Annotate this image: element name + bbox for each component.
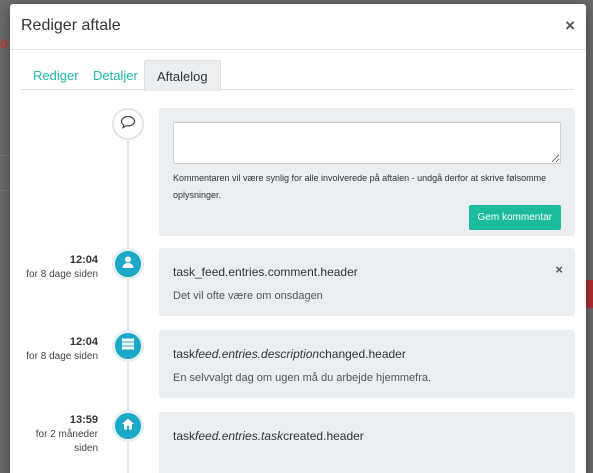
comment-input[interactable] [173, 122, 561, 164]
delete-entry-button[interactable]: × [555, 262, 563, 277]
comment-node [112, 108, 144, 140]
speech-bubble-icon [120, 115, 136, 134]
entry-node [112, 248, 144, 280]
background-red-tab [585, 280, 593, 308]
entry-relative-time: for 8 dage siden [26, 351, 98, 362]
tab-bar: Rediger Detaljer Aftalelog [21, 60, 574, 91]
background-logo: d [0, 36, 8, 51]
entry-body: Det vil ofte være om onsdagen [173, 290, 323, 302]
entry-time: 12:04 [69, 254, 98, 266]
timeline-entry: taskfeed.entries.descriptionchanged.head… [159, 330, 575, 398]
entry-time: 13:59 [69, 414, 98, 426]
entry-header: task_feed.entries.comment.header [173, 265, 358, 279]
entry-node [112, 410, 144, 442]
timeline-entry: taskfeed.entries.taskcreated.header [159, 412, 575, 473]
edit-appointment-modal: Rediger aftale × Rediger Detaljer Aftale… [10, 4, 586, 473]
home-icon [121, 417, 135, 436]
comment-help-text: Kommentaren vil være synlig for alle inv… [173, 173, 547, 200]
modal-title: Rediger aftale [21, 17, 121, 34]
entry-time: 12:04 [69, 336, 98, 348]
entry-header: taskfeed.entries.taskcreated.header [173, 429, 364, 443]
entry-relative-time: for 8 dage siden [26, 269, 98, 280]
save-comment-button[interactable]: Gem kommentar [468, 205, 561, 230]
modal-header: Rediger aftale × [10, 4, 586, 50]
timeline-entry: task_feed.entries.comment.header × Det v… [159, 248, 575, 316]
close-button[interactable]: × [565, 17, 575, 35]
tab-detaljer[interactable]: Detaljer [81, 60, 150, 90]
tab-aftalelog[interactable]: Aftalelog [144, 60, 221, 91]
background-divider [0, 155, 10, 156]
server-icon [121, 337, 135, 356]
entry-header: taskfeed.entries.descriptionchanged.head… [173, 347, 406, 361]
entry-node [112, 330, 144, 362]
entry-relative-time-cont: siden [74, 443, 98, 454]
entry-relative-time: for 2 måneder [35, 429, 98, 440]
background-divider [0, 190, 10, 191]
comment-form-panel: Kommentaren vil være synlig for alle inv… [159, 108, 575, 236]
user-icon [121, 255, 135, 274]
entry-body: En selvvalgt dag om ugen må du arbejde h… [173, 372, 432, 384]
